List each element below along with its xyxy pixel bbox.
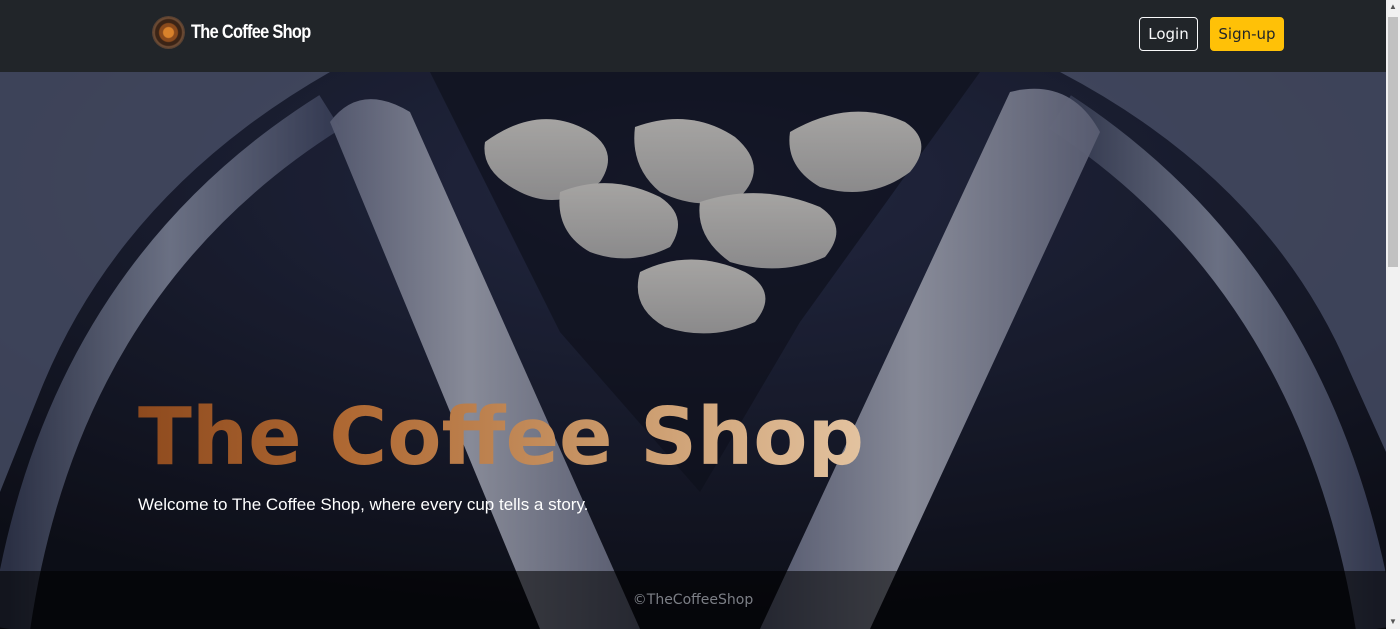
hero-overlay [0,72,1386,629]
navbar: The Coffee Shop Login Sign-up [0,0,1386,72]
coffee-cup-logo-icon [153,17,184,48]
hero-title: The Coffee Shop [138,391,865,483]
footer: ©TheCoffeeShop [0,571,1386,629]
scroll-thumb[interactable] [1388,17,1398,267]
brand-link[interactable]: The Coffee Shop [153,17,330,48]
hero-section: The Coffee Shop Welcome to The Coffee Sh… [0,72,1386,629]
brand-name: The Coffee Shop [191,21,311,43]
scroll-down-arrow-icon[interactable]: ▼ [1386,615,1400,629]
footer-copyright: ©TheCoffeeShop [632,592,754,608]
scroll-up-arrow-icon[interactable]: ▲ [1386,0,1400,14]
hero-subtitle: Welcome to The Coffee Shop, where every … [138,495,589,514]
page-scrollbar[interactable]: ▲ ▼ [1386,0,1400,629]
login-button[interactable]: Login [1139,17,1198,51]
signup-button[interactable]: Sign-up [1210,17,1284,51]
